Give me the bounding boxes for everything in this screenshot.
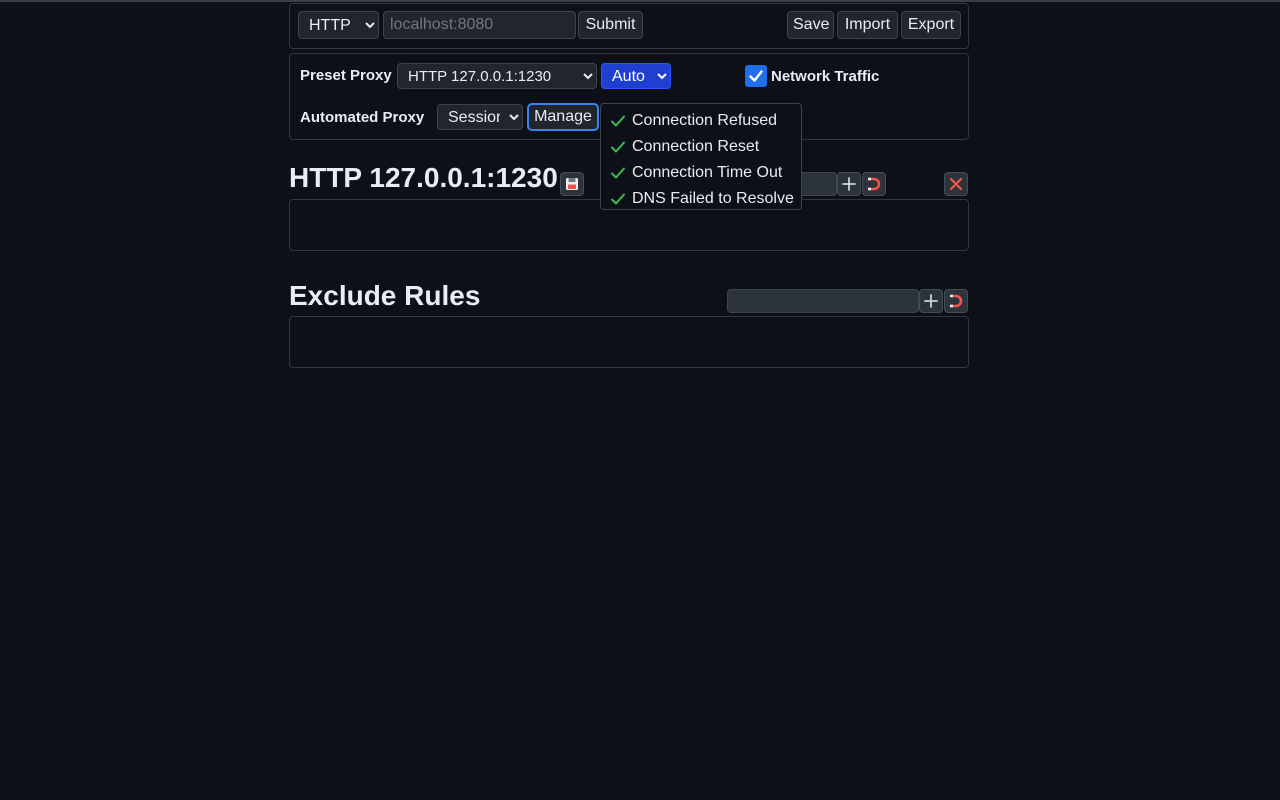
host-input[interactable]: [383, 11, 576, 39]
plus-icon: [842, 177, 856, 191]
automated-proxy-label: Automated Proxy: [300, 109, 425, 126]
exclude-rule-input[interactable]: [727, 289, 919, 313]
add-exclude-rule-button[interactable]: [919, 289, 943, 313]
menu-item-label: Connection Reset: [632, 138, 760, 155]
delete-proxy-button[interactable]: [944, 172, 968, 196]
save-button[interactable]: Save: [787, 11, 834, 39]
checkmark-icon: [610, 114, 632, 128]
floppy-disk-icon: [566, 178, 578, 190]
window-top-border: [0, 0, 1280, 2]
submit-button[interactable]: Submit: [578, 11, 643, 39]
proxy-mode-select[interactable]: Auto: [601, 63, 671, 89]
menu-item-dns-failed[interactable]: DNS Failed to Resolve: [601, 186, 801, 212]
save-proxy-button[interactable]: [560, 172, 584, 196]
exclude-magnet-button[interactable]: [944, 289, 968, 313]
magnet-icon: [950, 294, 963, 308]
menu-item-label: Connection Time Out: [632, 164, 783, 181]
menu-item-label: Connection Refused: [632, 112, 777, 129]
menu-item-connection-time-out[interactable]: Connection Time Out: [601, 160, 801, 186]
exclude-rules-title: Exclude Rules: [289, 280, 481, 311]
automated-proxy-select[interactable]: Session: [437, 104, 523, 130]
protocol-select[interactable]: HTTP: [298, 11, 379, 39]
preset-proxy-label: Preset Proxy: [300, 67, 392, 84]
proxy-magnet-button[interactable]: [862, 172, 886, 196]
import-button[interactable]: Import: [837, 11, 898, 39]
magnet-icon: [868, 177, 881, 191]
manage-button[interactable]: Manage: [528, 104, 598, 130]
plus-icon: [924, 294, 938, 308]
menu-item-label: DNS Failed to Resolve: [632, 190, 794, 207]
add-proxy-rule-button[interactable]: [837, 172, 861, 196]
menu-item-connection-refused[interactable]: Connection Refused: [601, 108, 801, 134]
checkmark-icon: [749, 70, 763, 82]
proxy-section-title: HTTP 127.0.0.1:1230: [289, 162, 558, 193]
checkmark-icon: [610, 140, 632, 154]
preset-proxy-select[interactable]: HTTP 127.0.0.1:1230: [397, 63, 597, 89]
network-traffic-checkbox[interactable]: [745, 65, 767, 87]
menu-item-connection-reset[interactable]: Connection Reset: [601, 134, 801, 160]
checkmark-icon: [610, 166, 632, 180]
network-traffic-label: Network Traffic: [771, 68, 880, 85]
export-button[interactable]: Export: [901, 11, 961, 39]
toolbar-panel: HTTP Submit Save Import Export: [289, 3, 969, 49]
checkmark-icon: [610, 192, 632, 206]
exclude-rules-box: [289, 316, 969, 368]
manage-dropdown-menu: Connection Refused Connection Reset Conn…: [600, 103, 802, 210]
close-icon: [949, 177, 963, 191]
